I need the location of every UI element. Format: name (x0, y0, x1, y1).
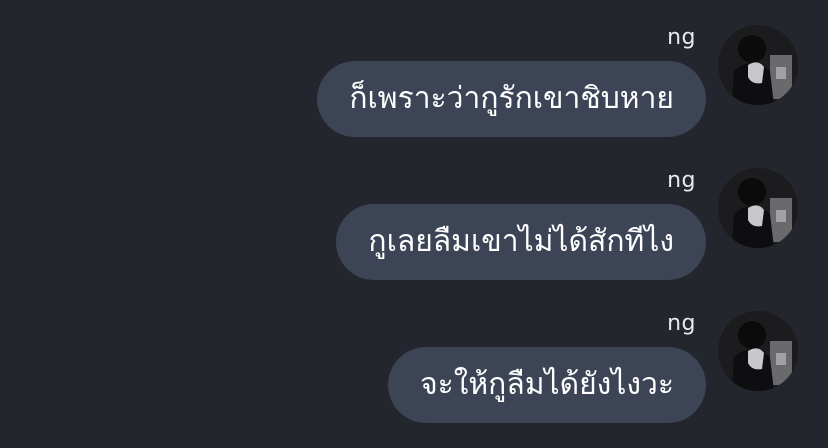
chat-thread: ng ก็เพราะว่ากูรักเขาชิบหาย ng กูเลยลืมเ… (0, 0, 828, 448)
avatar-photo-icon (718, 311, 798, 391)
sender-name: ng (667, 168, 696, 193)
message-bubble[interactable]: กูเลยลืมเขาไม่ได้สักทีไง (336, 204, 706, 280)
message-row: ng จะให้กูลืมได้ยังไงวะ (0, 311, 828, 441)
user-avatar[interactable] (718, 168, 798, 248)
sender-name: ng (667, 311, 696, 336)
user-avatar[interactable] (718, 25, 798, 105)
message-row: ng กูเลยลืมเขาไม่ได้สักทีไง (0, 168, 828, 298)
message-bubble[interactable]: ก็เพราะว่ากูรักเขาชิบหาย (317, 61, 706, 137)
message-bubble[interactable]: จะให้กูลืมได้ยังไงวะ (388, 347, 706, 423)
message-row: ng ก็เพราะว่ากูรักเขาชิบหาย (0, 25, 828, 155)
avatar-photo-icon (718, 168, 798, 248)
avatar-photo-icon (718, 25, 798, 105)
sender-name: ng (667, 25, 696, 50)
user-avatar[interactable] (718, 311, 798, 391)
